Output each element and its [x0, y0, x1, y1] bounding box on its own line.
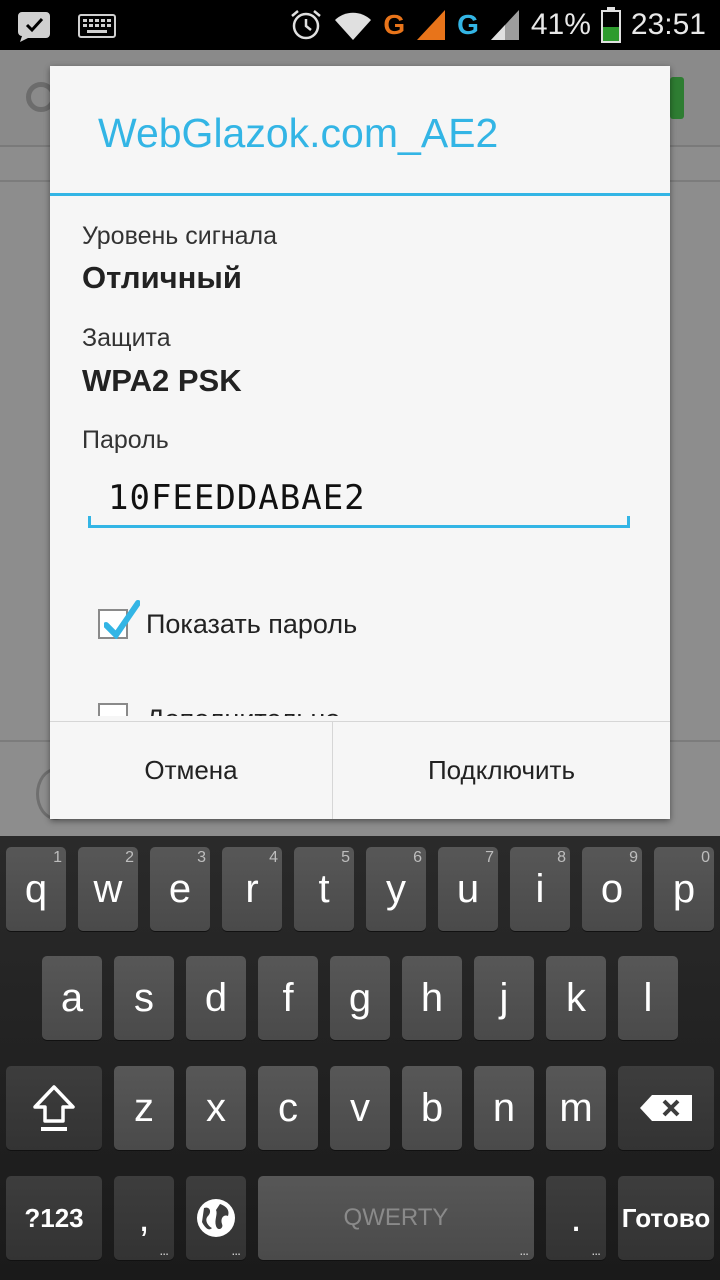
- background-toggle: [670, 77, 684, 119]
- key-t[interactable]: t5: [294, 847, 354, 931]
- key-hint: 7: [485, 849, 494, 866]
- key-l[interactable]: l: [618, 956, 678, 1040]
- key-hint: 8: [557, 849, 566, 866]
- password-underline: [88, 525, 630, 528]
- comma-key[interactable]: , ...: [114, 1176, 174, 1260]
- period-key[interactable]: . ...: [546, 1176, 606, 1260]
- key-label: y: [386, 866, 406, 911]
- password-underline-right: [627, 516, 630, 528]
- key-u[interactable]: u7: [438, 847, 498, 931]
- advanced-options-row[interactable]: Дополнительно: [50, 686, 670, 716]
- key-label: r: [245, 866, 259, 911]
- key-z[interactable]: z: [114, 1066, 174, 1150]
- shift-icon: [33, 1085, 75, 1131]
- done-key[interactable]: Готово: [618, 1176, 714, 1260]
- language-key[interactable]: ...: [186, 1176, 246, 1260]
- key-w[interactable]: w2: [78, 847, 138, 931]
- cancel-button[interactable]: Отмена: [50, 722, 332, 819]
- checkbox-box[interactable]: [98, 600, 140, 639]
- key-f[interactable]: f: [258, 956, 318, 1040]
- key-label: e: [168, 866, 192, 911]
- signal-strength-value: Отличный: [82, 260, 242, 295]
- key-hint: 6: [413, 849, 422, 866]
- key-label: p: [672, 866, 696, 911]
- key-label: ,: [138, 1195, 150, 1240]
- key-y[interactable]: y6: [366, 847, 426, 931]
- advanced-label: Дополнительно: [146, 704, 340, 716]
- more-dots: ...: [231, 1242, 241, 1258]
- keyboard-icon: [78, 14, 116, 38]
- globe-icon: [197, 1199, 235, 1237]
- key-hint: 0: [701, 849, 710, 866]
- key-hint: 3: [197, 849, 206, 866]
- key-x[interactable]: x: [186, 1066, 246, 1150]
- key-hint: 2: [125, 849, 134, 866]
- key-hint: 4: [269, 849, 278, 866]
- key-a[interactable]: a: [42, 956, 102, 1040]
- key-label: t: [318, 866, 330, 911]
- password-label: Пароль: [82, 426, 169, 454]
- key-label: .: [570, 1195, 582, 1240]
- more-dots: ...: [591, 1242, 601, 1258]
- checkmark-icon: [104, 600, 140, 639]
- shift-key[interactable]: [6, 1066, 102, 1150]
- clock: 23:51: [630, 8, 706, 41]
- key-label: o: [600, 866, 624, 911]
- battery-percent: 41%: [530, 8, 591, 41]
- key-v[interactable]: v: [330, 1066, 390, 1150]
- key-label: i: [535, 866, 545, 911]
- wifi-icon: [335, 12, 372, 41]
- more-dots: ...: [159, 1242, 169, 1258]
- signal-strength-label: Уровень сигнала: [82, 222, 278, 250]
- network-type-1: G: [383, 9, 406, 40]
- security-value: WPA2 PSK: [82, 363, 242, 398]
- key-e[interactable]: e3: [150, 847, 210, 931]
- backspace-key[interactable]: [618, 1066, 714, 1150]
- dialog-title: WebGlazok.com_AE2: [98, 110, 499, 156]
- space-key-label: QWERTY: [343, 1204, 449, 1231]
- soft-keyboard: q1 w2 e3 r4 t5 y6 u7 i8 o9 p0 a s d f g …: [0, 836, 720, 1280]
- key-label: u: [456, 866, 480, 911]
- alarm-icon: [291, 10, 322, 40]
- key-hint: 5: [341, 849, 350, 866]
- signal-icon: [490, 10, 519, 40]
- title-divider: [50, 193, 670, 196]
- key-c[interactable]: c: [258, 1066, 318, 1150]
- chat-icon: [18, 12, 50, 42]
- key-j[interactable]: j: [474, 956, 534, 1040]
- key-g[interactable]: g: [330, 956, 390, 1040]
- network-type-2: G: [457, 9, 479, 40]
- status-bar: G G 41% 23:51: [0, 0, 720, 50]
- space-key[interactable]: QWERTY ...: [258, 1176, 534, 1260]
- battery-icon: [600, 7, 621, 43]
- key-b[interactable]: b: [402, 1066, 462, 1150]
- key-n[interactable]: n: [474, 1066, 534, 1150]
- more-dots: ...: [519, 1242, 529, 1258]
- key-o[interactable]: o9: [582, 847, 642, 931]
- backspace-icon: [640, 1095, 692, 1121]
- key-k[interactable]: k: [546, 956, 606, 1040]
- show-password-label: Показать пароль: [146, 609, 358, 639]
- signal-icon: [417, 10, 446, 40]
- symbols-key[interactable]: ?123: [6, 1176, 102, 1260]
- key-h[interactable]: h: [402, 956, 462, 1040]
- password-input[interactable]: 10FEEDDABAE2: [108, 478, 366, 518]
- key-s[interactable]: s: [114, 956, 174, 1040]
- key-hint: 9: [629, 849, 638, 866]
- security-label: Защита: [82, 324, 171, 352]
- advanced-checkbox[interactable]: [98, 703, 128, 716]
- key-p[interactable]: p0: [654, 847, 714, 931]
- password-underline-left: [88, 516, 91, 528]
- key-q[interactable]: q1: [6, 847, 66, 931]
- key-hint: 1: [53, 849, 62, 866]
- key-label: q: [24, 866, 48, 911]
- wifi-connect-dialog: WebGlazok.com_AE2 Уровень сигнала Отличн…: [50, 66, 670, 819]
- key-r[interactable]: r4: [222, 847, 282, 931]
- connect-button[interactable]: Подключить: [333, 722, 670, 819]
- key-i[interactable]: i8: [510, 847, 570, 931]
- key-m[interactable]: m: [546, 1066, 606, 1150]
- key-label: w: [93, 866, 123, 911]
- key-d[interactable]: d: [186, 956, 246, 1040]
